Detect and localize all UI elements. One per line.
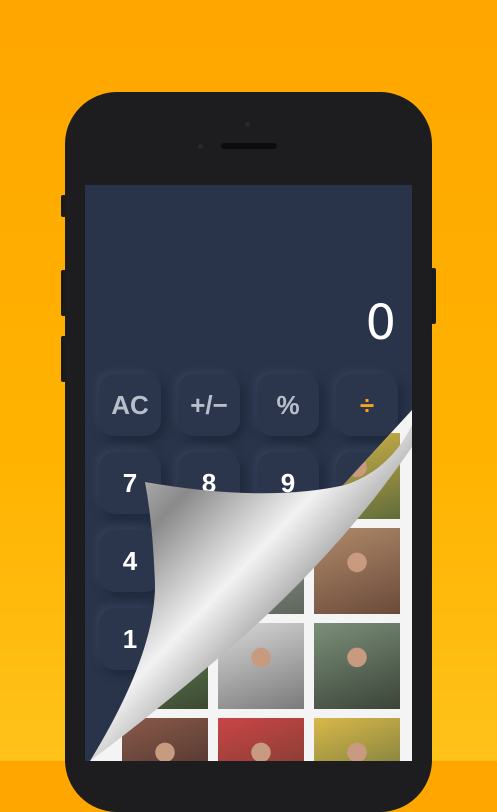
earpiece-speaker xyxy=(221,143,277,149)
front-camera xyxy=(245,122,250,127)
page-curl xyxy=(90,425,412,761)
page-curl-shape xyxy=(90,425,412,761)
calculator-screen: 0 AC+/−%÷789×456−123+ xyxy=(85,185,412,761)
sensor xyxy=(198,144,203,149)
